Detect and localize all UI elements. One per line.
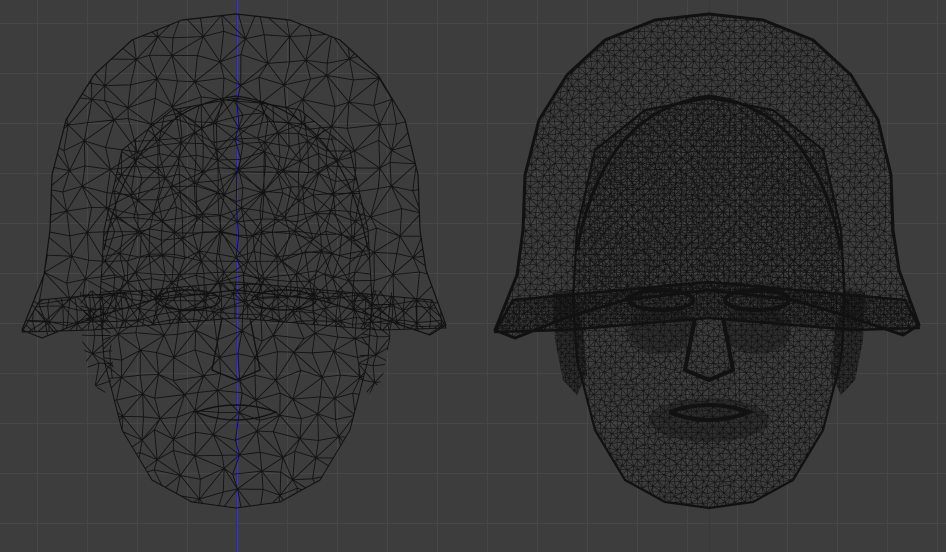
low-poly-wireframe-mesh[interactable] bbox=[0, 0, 473, 552]
3d-viewport[interactable] bbox=[0, 0, 946, 552]
high-poly-wireframe-mesh[interactable] bbox=[473, 0, 946, 552]
